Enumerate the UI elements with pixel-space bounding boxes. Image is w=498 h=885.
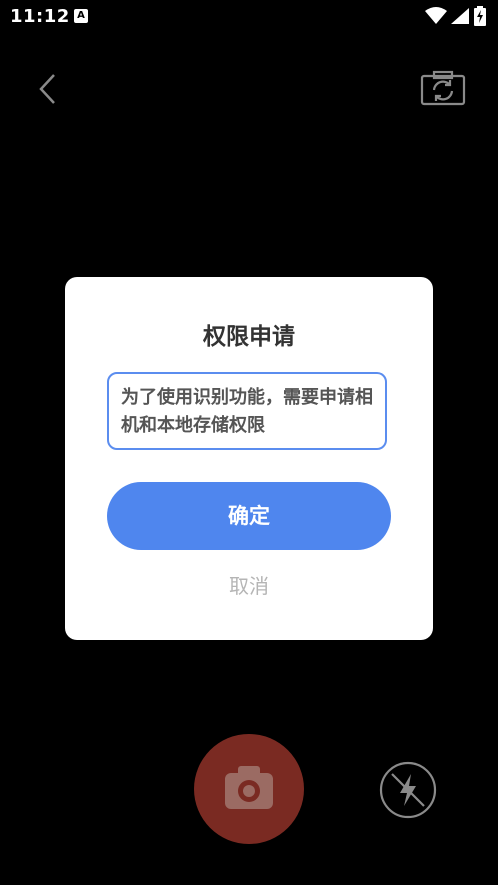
a-icon: A [74, 9, 88, 23]
signal-icon [451, 8, 469, 24]
shutter-button[interactable] [194, 734, 304, 844]
camera-icon [225, 766, 273, 809]
camera-switch-icon[interactable] [420, 70, 466, 106]
permission-dialog: 权限申请 为了使用识别功能，需要申请相机和本地存储权限 确定 取消 [65, 277, 433, 640]
dialog-message: 为了使用识别功能，需要申请相机和本地存储权限 [107, 372, 387, 450]
confirm-button[interactable]: 确定 [107, 482, 391, 550]
wifi-icon [425, 7, 447, 24]
chevron-left-icon[interactable] [36, 72, 62, 106]
flash-off-icon[interactable] [378, 760, 438, 820]
status-time: 11:12 [10, 6, 70, 27]
status-bar: 11:12 A [0, 0, 498, 34]
dialog-title: 权限申请 [203, 324, 295, 350]
battery-icon [474, 6, 486, 26]
cancel-button[interactable]: 取消 [65, 570, 433, 599]
